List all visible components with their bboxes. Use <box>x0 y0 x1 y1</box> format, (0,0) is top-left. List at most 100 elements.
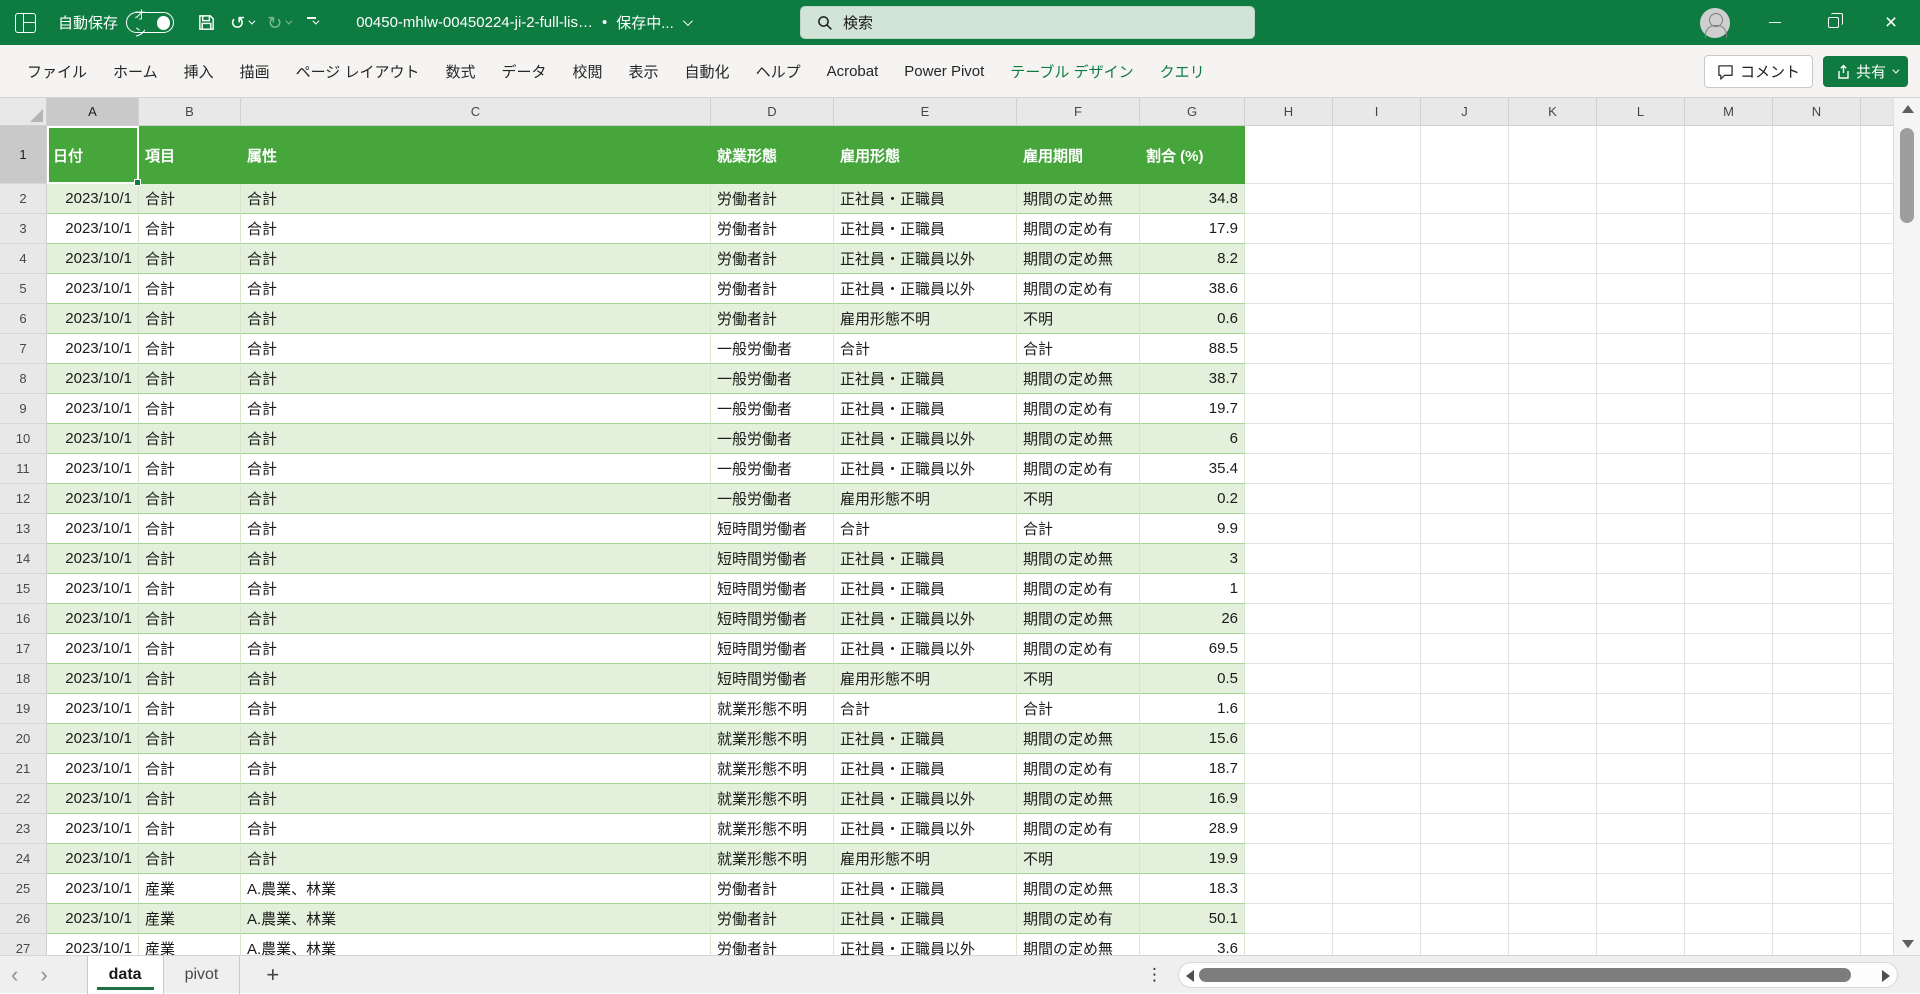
cell-B23[interactable]: 合計 <box>139 814 241 844</box>
cell-N21[interactable] <box>1773 754 1861 784</box>
cell-H8[interactable] <box>1245 364 1333 394</box>
cell-B10[interactable]: 合計 <box>139 424 241 454</box>
cell-I13[interactable] <box>1333 514 1421 544</box>
cell-G13[interactable]: 9.9 <box>1140 514 1245 544</box>
cell-x15[interactable] <box>1861 574 1893 604</box>
cell-F7[interactable]: 合計 <box>1017 334 1140 364</box>
cell-E24[interactable]: 雇用形態不明 <box>834 844 1017 874</box>
cell-N8[interactable] <box>1773 364 1861 394</box>
cell-J1[interactable] <box>1421 126 1509 184</box>
cell-L16[interactable] <box>1597 604 1685 634</box>
cell-G14[interactable]: 3 <box>1140 544 1245 574</box>
cell-N9[interactable] <box>1773 394 1861 424</box>
cell-A15[interactable]: 2023/10/1 <box>47 574 139 604</box>
cell-F12[interactable]: 不明 <box>1017 484 1140 514</box>
cell-J9[interactable] <box>1421 394 1509 424</box>
cell-J12[interactable] <box>1421 484 1509 514</box>
cell-N7[interactable] <box>1773 334 1861 364</box>
cell-D18[interactable]: 短時間労働者 <box>711 664 834 694</box>
cell-G23[interactable]: 28.9 <box>1140 814 1245 844</box>
cell-H15[interactable] <box>1245 574 1333 604</box>
cell-D21[interactable]: 就業形態不明 <box>711 754 834 784</box>
cell-F20[interactable]: 期間の定め無 <box>1017 724 1140 754</box>
cell-F23[interactable]: 期間の定め有 <box>1017 814 1140 844</box>
cell-M26[interactable] <box>1685 904 1773 934</box>
cell-E17[interactable]: 正社員・正職員以外 <box>834 634 1017 664</box>
cell-G5[interactable]: 38.6 <box>1140 274 1245 304</box>
cell-F18[interactable]: 不明 <box>1017 664 1140 694</box>
cell-M1[interactable] <box>1685 126 1773 184</box>
cell-E22[interactable]: 正社員・正職員以外 <box>834 784 1017 814</box>
cell-E23[interactable]: 正社員・正職員以外 <box>834 814 1017 844</box>
cell-A6[interactable]: 2023/10/1 <box>47 304 139 334</box>
cell-B8[interactable]: 合計 <box>139 364 241 394</box>
cell-K12[interactable] <box>1509 484 1597 514</box>
cell-I7[interactable] <box>1333 334 1421 364</box>
cell-B12[interactable]: 合計 <box>139 484 241 514</box>
cell-C2[interactable]: 合計 <box>241 184 711 214</box>
row-header-21[interactable]: 21 <box>0 754 47 784</box>
cell-N16[interactable] <box>1773 604 1861 634</box>
cell-C8[interactable]: 合計 <box>241 364 711 394</box>
row-header-10[interactable]: 10 <box>0 424 47 454</box>
cell-F6[interactable]: 不明 <box>1017 304 1140 334</box>
excel-app-icon[interactable] <box>15 12 36 33</box>
cell-J10[interactable] <box>1421 424 1509 454</box>
cell-K13[interactable] <box>1509 514 1597 544</box>
cell-N1[interactable] <box>1773 126 1861 184</box>
cell-C14[interactable]: 合計 <box>241 544 711 574</box>
cell-E10[interactable]: 正社員・正職員以外 <box>834 424 1017 454</box>
cell-F3[interactable]: 期間の定め有 <box>1017 214 1140 244</box>
row-header-25[interactable]: 25 <box>0 874 47 904</box>
cell-F24[interactable]: 不明 <box>1017 844 1140 874</box>
cell-G7[interactable]: 88.5 <box>1140 334 1245 364</box>
cell-x26[interactable] <box>1861 904 1893 934</box>
cell-E13[interactable]: 合計 <box>834 514 1017 544</box>
cell-M22[interactable] <box>1685 784 1773 814</box>
row-header-26[interactable]: 26 <box>0 904 47 934</box>
cell-N23[interactable] <box>1773 814 1861 844</box>
cell-A2[interactable]: 2023/10/1 <box>47 184 139 214</box>
cell-H14[interactable] <box>1245 544 1333 574</box>
cell-A4[interactable]: 2023/10/1 <box>47 244 139 274</box>
cell-H11[interactable] <box>1245 454 1333 484</box>
row-header-20[interactable]: 20 <box>0 724 47 754</box>
ribbon-tab-7[interactable]: 校閲 <box>560 53 616 90</box>
cell-H23[interactable] <box>1245 814 1333 844</box>
cell-I17[interactable] <box>1333 634 1421 664</box>
cell-G10[interactable]: 6 <box>1140 424 1245 454</box>
cell-D2[interactable]: 労働者計 <box>711 184 834 214</box>
cell-C3[interactable]: 合計 <box>241 214 711 244</box>
cell-D1[interactable]: 就業形態 <box>711 126 834 184</box>
cell-D5[interactable]: 労働者計 <box>711 274 834 304</box>
cell-E11[interactable]: 正社員・正職員以外 <box>834 454 1017 484</box>
cell-B5[interactable]: 合計 <box>139 274 241 304</box>
cell-K4[interactable] <box>1509 244 1597 274</box>
cell-x5[interactable] <box>1861 274 1893 304</box>
cell-K17[interactable] <box>1509 634 1597 664</box>
cell-I21[interactable] <box>1333 754 1421 784</box>
cell-I16[interactable] <box>1333 604 1421 634</box>
cell-E1[interactable]: 雇用形態 <box>834 126 1017 184</box>
cell-J17[interactable] <box>1421 634 1509 664</box>
cell-B11[interactable]: 合計 <box>139 454 241 484</box>
cell-D20[interactable]: 就業形態不明 <box>711 724 834 754</box>
cell-x2[interactable] <box>1861 184 1893 214</box>
cell-I22[interactable] <box>1333 784 1421 814</box>
cell-L27[interactable] <box>1597 934 1685 955</box>
cell-C23[interactable]: 合計 <box>241 814 711 844</box>
cell-D15[interactable]: 短時間労働者 <box>711 574 834 604</box>
cell-E27[interactable]: 正社員・正職員以外 <box>834 934 1017 955</box>
column-header-J[interactable]: J <box>1421 98 1509 126</box>
row-header-11[interactable]: 11 <box>0 454 47 484</box>
row-header-4[interactable]: 4 <box>0 244 47 274</box>
cell-J20[interactable] <box>1421 724 1509 754</box>
cell-B27[interactable]: 産業 <box>139 934 241 955</box>
restore-button[interactable] <box>1804 0 1862 45</box>
cell-K3[interactable] <box>1509 214 1597 244</box>
cell-M23[interactable] <box>1685 814 1773 844</box>
cell-F26[interactable]: 期間の定め有 <box>1017 904 1140 934</box>
horizontal-scrollbar[interactable] <box>1178 962 1898 988</box>
cell-I3[interactable] <box>1333 214 1421 244</box>
cell-G1[interactable]: 割合 (%) <box>1140 126 1245 184</box>
